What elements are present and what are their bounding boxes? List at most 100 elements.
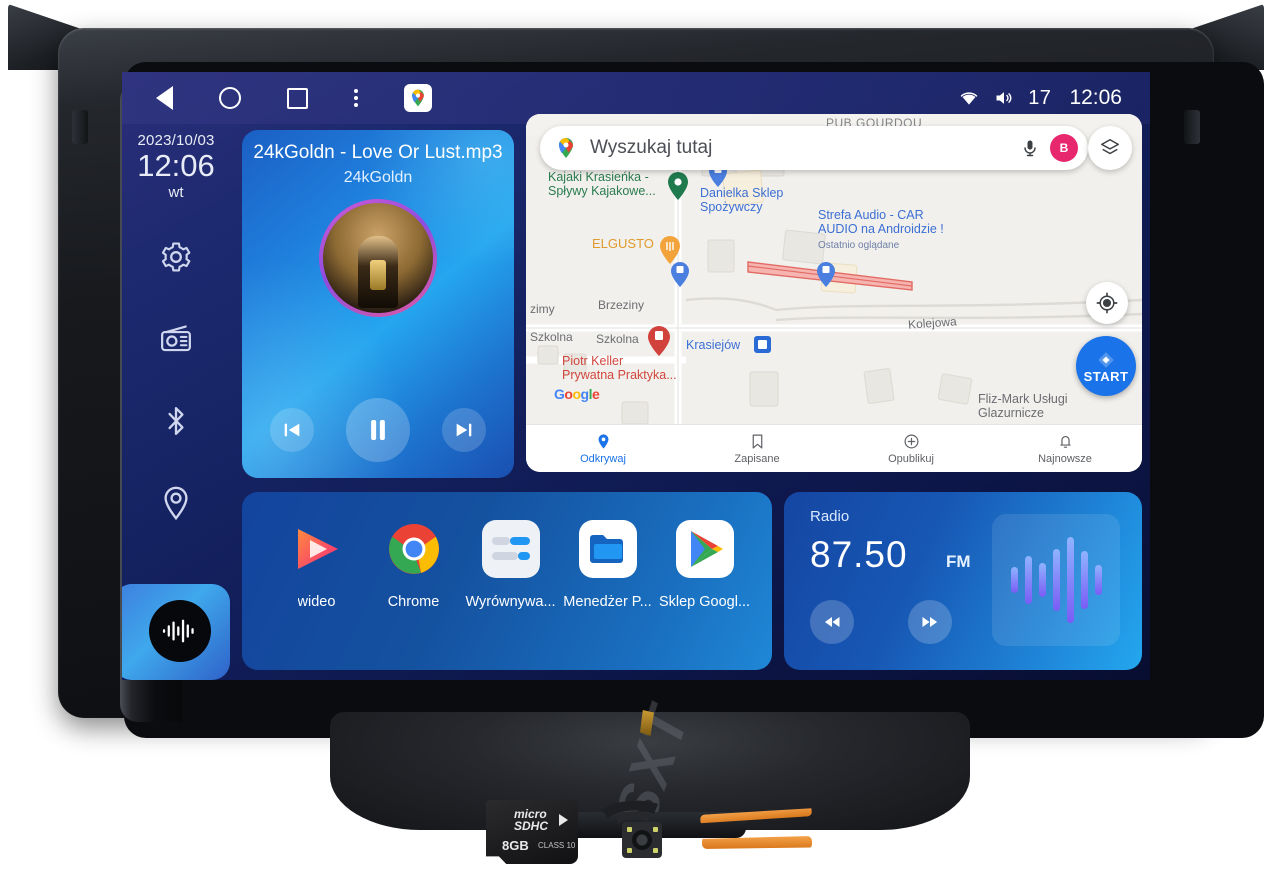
app-label: wideo bbox=[297, 594, 336, 610]
microsd-class: CLASS 10 bbox=[538, 841, 576, 850]
eq-bar bbox=[1080, 551, 1088, 609]
crosshair-icon bbox=[1096, 292, 1118, 314]
radio-equalizer-visual bbox=[992, 514, 1120, 646]
pry-tool-top bbox=[700, 805, 813, 826]
eq-bar bbox=[1066, 537, 1074, 623]
map-place-label: Piotr Keller Prywatna Praktyka... bbox=[562, 354, 677, 382]
app-equalizer[interactable]: Wyrównywa... bbox=[462, 520, 559, 610]
eq-bar bbox=[1010, 567, 1018, 593]
map-locate-button[interactable] bbox=[1086, 282, 1128, 324]
album-art bbox=[323, 203, 433, 313]
file-manager-icon bbox=[578, 520, 637, 578]
plus-circle-icon bbox=[904, 434, 918, 448]
track-artist: 24kGoldn bbox=[343, 169, 413, 186]
app-chrome[interactable]: Chrome bbox=[365, 520, 462, 610]
map-street-label: Szkolna bbox=[530, 330, 573, 344]
eq-bar bbox=[1038, 563, 1046, 597]
gear-icon bbox=[161, 242, 191, 272]
maps-shortcut-button[interactable] bbox=[404, 84, 432, 112]
mount-clip-right bbox=[1184, 110, 1200, 144]
eq-bar bbox=[1052, 549, 1060, 611]
sidebar-item-settings[interactable] bbox=[150, 231, 202, 283]
app-file-manager[interactable]: Menedżer P... bbox=[559, 520, 656, 610]
map-nav-saved[interactable]: Zapisane bbox=[680, 433, 834, 465]
kebab-menu-icon bbox=[354, 89, 358, 107]
music-shortcut-button[interactable] bbox=[149, 600, 211, 662]
app-label: Chrome bbox=[387, 594, 440, 610]
search-input[interactable]: Wyszukaj tutaj bbox=[590, 137, 1020, 159]
radio-controls bbox=[810, 600, 952, 644]
sidebar-time: 12:06 bbox=[137, 148, 215, 183]
android-nav-buttons bbox=[156, 84, 432, 112]
product-photo: MIC RST bbox=[0, 0, 1272, 872]
play-pause-button[interactable] bbox=[346, 398, 410, 462]
map-search-bar[interactable]: Wyszukaj tutaj B bbox=[540, 126, 1088, 170]
map-street-label: Brzeziny bbox=[598, 298, 645, 312]
map-bottom-nav: Odkrywaj Zapisane Opublikuj Najnowsze bbox=[526, 424, 1142, 472]
sidebar-item-bluetooth[interactable] bbox=[150, 395, 202, 447]
nav-back-button[interactable] bbox=[156, 86, 173, 110]
avatar[interactable]: B bbox=[1050, 134, 1078, 162]
radio-band: FM bbox=[946, 552, 971, 571]
map-nav-label: Odkrywaj bbox=[580, 452, 626, 465]
radio-prev-button[interactable] bbox=[810, 600, 854, 644]
google-maps-widget[interactable]: PUB GOURDOU Wyszukaj tutaj B START Kajak… bbox=[526, 114, 1142, 472]
head-unit-screen: 17 12:06 2023/10/03 12:06 wt 24kGoldn - … bbox=[122, 72, 1150, 680]
album-art-ring bbox=[319, 199, 437, 317]
map-nav-contribute[interactable]: Opublikuj bbox=[834, 433, 988, 465]
layers-icon bbox=[1101, 139, 1119, 155]
bluetooth-icon bbox=[168, 406, 184, 435]
music-player-widget[interactable]: 24kGoldn - Love Or Lust.mp3 24kGoldn bbox=[242, 130, 514, 478]
map-canvas[interactable]: PUB GOURDOU Wyszukaj tutaj B START Kajak… bbox=[526, 114, 1142, 472]
mount-clip-left bbox=[72, 110, 88, 144]
launcher-sidebar: 2023/10/03 12:06 wt bbox=[122, 124, 230, 680]
microsd-logo: micro SDHC bbox=[514, 807, 549, 833]
sidebar-item-navigation[interactable] bbox=[150, 477, 202, 529]
explore-pin-icon bbox=[598, 433, 608, 449]
radio-title: Radio bbox=[810, 508, 850, 525]
nav-home-button[interactable] bbox=[219, 87, 241, 109]
wifi-icon bbox=[960, 92, 978, 105]
start-button-label: START bbox=[1083, 368, 1129, 384]
map-start-navigation-button[interactable]: START bbox=[1076, 336, 1136, 396]
album-art-chain bbox=[370, 260, 386, 291]
map-place-label: Strefa Audio - CAR AUDIO na Androidzie ! bbox=[818, 208, 944, 236]
previous-track-button[interactable] bbox=[270, 408, 314, 452]
map-nav-label: Najnowsze bbox=[1038, 452, 1092, 465]
app-wideo[interactable]: wideo bbox=[268, 520, 365, 610]
microsd-arrow-icon bbox=[559, 814, 568, 826]
video-player-icon bbox=[288, 520, 346, 578]
microsd-capacity: 8GB bbox=[502, 838, 529, 853]
sidebar-item-radio[interactable] bbox=[150, 313, 202, 365]
map-place-label: ELGUSTO bbox=[592, 236, 654, 251]
map-nav-updates[interactable]: Najnowsze bbox=[988, 433, 1142, 465]
location-pin-icon bbox=[164, 486, 188, 520]
bookmark-icon bbox=[752, 434, 762, 448]
map-nav-label: Opublikuj bbox=[888, 452, 934, 465]
nav-recents-button[interactable] bbox=[287, 87, 308, 109]
map-nav-explore[interactable]: Odkrywaj bbox=[526, 433, 680, 465]
map-place-label: Krasiejów bbox=[686, 338, 741, 352]
reversing-camera bbox=[596, 798, 674, 864]
map-place-sublabel: Ostatnio oglądane bbox=[818, 240, 900, 251]
google-attribution: Google bbox=[554, 386, 600, 402]
status-clock: 12:06 bbox=[1069, 86, 1122, 109]
navigation-diamond-icon bbox=[1098, 351, 1114, 368]
audio-wave-icon bbox=[162, 619, 194, 643]
radio-widget[interactable]: Radio 87.50 FM bbox=[784, 492, 1142, 670]
radio-next-button[interactable] bbox=[908, 600, 952, 644]
pry-tools bbox=[700, 806, 812, 860]
sidebar-weekday: wt bbox=[168, 183, 184, 201]
map-place-label: Danielka Sklep Spożywczy bbox=[700, 186, 784, 214]
google-maps-pin-icon bbox=[559, 138, 573, 158]
microsd-card: micro SDHC 8GB CLASS 10 bbox=[486, 800, 578, 864]
map-layers-button[interactable] bbox=[1088, 126, 1132, 170]
chrome-icon bbox=[385, 520, 443, 578]
nav-overflow-button[interactable] bbox=[354, 89, 358, 107]
microphone-icon[interactable] bbox=[1020, 137, 1040, 159]
next-track-button[interactable] bbox=[442, 408, 486, 452]
volume-level: 17 bbox=[1028, 86, 1052, 109]
map-place-label: Kajaki Krasieńka - Spływy Kajakowe... bbox=[548, 170, 656, 198]
date-time-block: 2023/10/03 12:06 wt bbox=[137, 132, 215, 201]
map-place-label: Fliz-Mark Usługi Glazurnicze bbox=[978, 392, 1068, 420]
